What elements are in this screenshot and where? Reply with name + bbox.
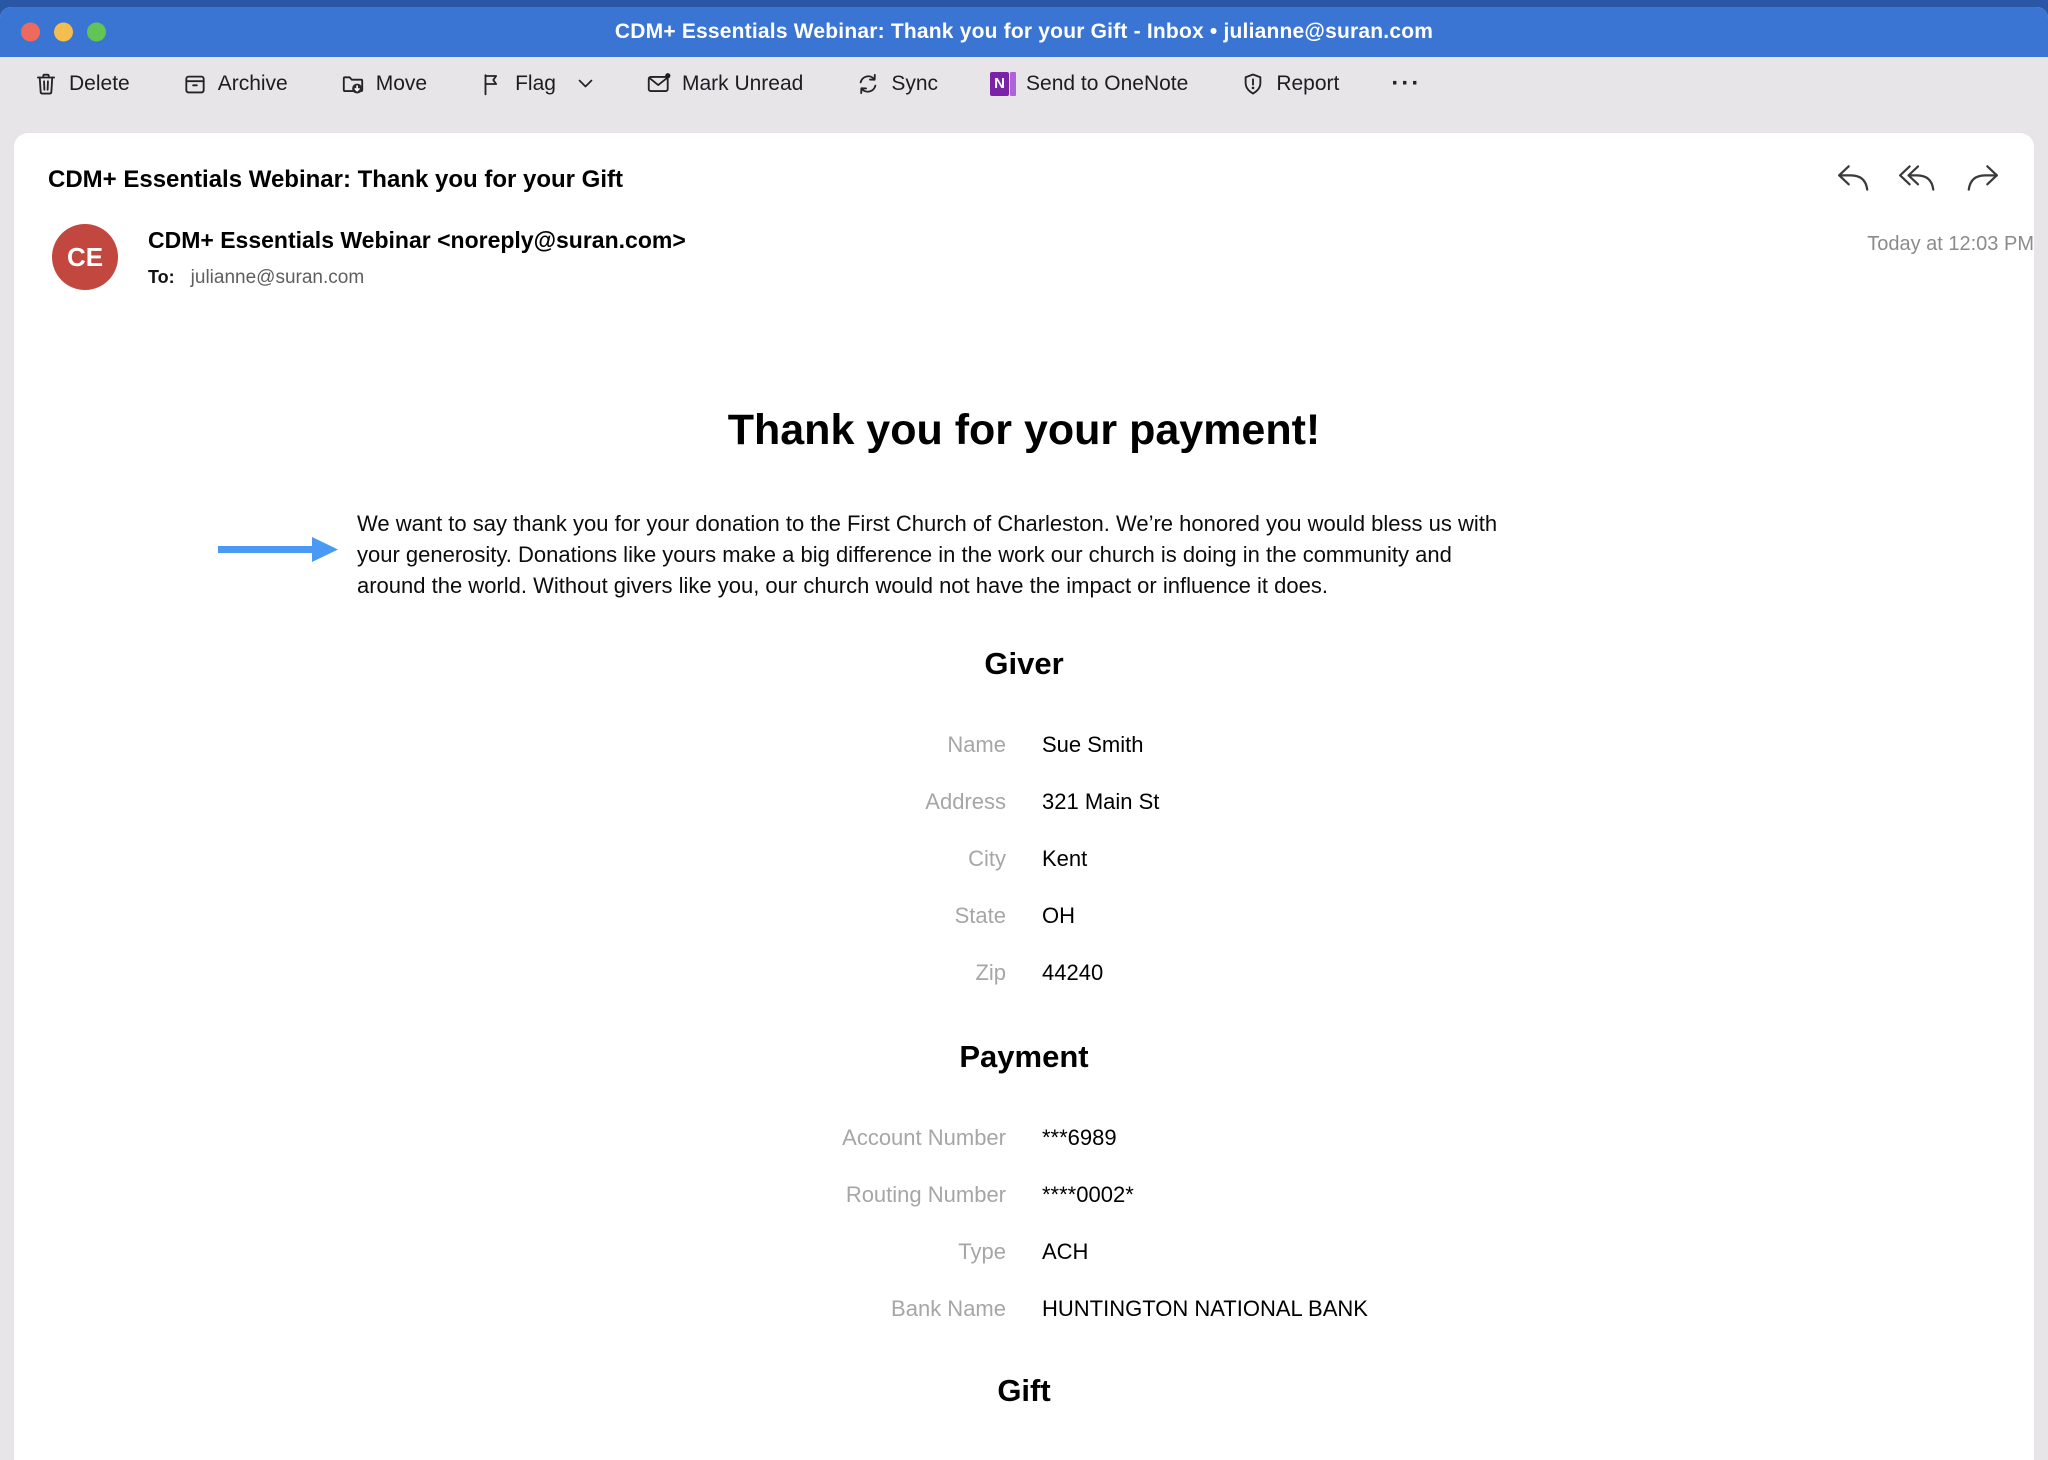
field-label: Name — [48, 732, 1006, 758]
field-value: ACH — [1042, 1239, 2000, 1265]
move-button[interactable]: Move — [340, 71, 427, 97]
delete-button-label: Delete — [69, 72, 130, 96]
field-value: Kent — [1042, 846, 2000, 872]
payment-section-title: Payment — [48, 1039, 2000, 1075]
minimize-window-button[interactable] — [54, 23, 73, 42]
reply-icon — [1836, 181, 1872, 196]
mark-unread-button-label: Mark Unread — [682, 72, 803, 96]
mail-app-window: CDM+ Essentials Webinar: Thank you for y… — [0, 7, 2048, 1460]
field-label: City — [48, 846, 1006, 872]
field-row: Type ACH — [48, 1223, 2000, 1280]
move-folder-icon — [340, 71, 366, 97]
payment-fields: Account Number ***6989 Routing Number **… — [48, 1109, 2000, 1337]
archive-button-label: Archive — [218, 72, 288, 96]
field-row: Routing Number ****0002* — [48, 1166, 2000, 1223]
window-title: CDM+ Essentials Webinar: Thank you for y… — [615, 20, 1433, 44]
field-value: OH — [1042, 903, 2000, 929]
move-button-label: Move — [376, 72, 427, 96]
field-value: ****0002* — [1042, 1182, 2000, 1208]
sender-name[interactable]: CDM+ Essentials Webinar <noreply@suran.c… — [148, 227, 686, 254]
forward-button[interactable] — [1964, 163, 2000, 196]
field-label: State — [48, 903, 1006, 929]
flag-button-label: Flag — [515, 72, 556, 96]
intro-paragraph-block: We want to say thank you for your donati… — [48, 508, 2000, 601]
field-row: State OH — [48, 887, 2000, 944]
field-label: Routing Number — [48, 1182, 1006, 1208]
field-row: Zip 44240 — [48, 944, 2000, 1001]
field-label: Bank Name — [48, 1296, 1006, 1322]
more-actions-button[interactable]: ··· — [1391, 70, 1421, 98]
report-shield-icon — [1240, 71, 1266, 97]
to-label: To: — [148, 267, 175, 288]
field-label: Account Number — [48, 1125, 1006, 1151]
chevron-down-icon[interactable] — [578, 79, 593, 88]
field-label: Zip — [48, 960, 1006, 986]
archive-box-icon — [182, 71, 208, 97]
sync-button-label: Sync — [891, 72, 938, 96]
title-bar: CDM+ Essentials Webinar: Thank you for y… — [0, 7, 2048, 57]
email-headline: Thank you for your payment! — [48, 406, 2000, 455]
sender-block: CE CDM+ Essentials Webinar <noreply@sura… — [52, 224, 2000, 290]
send-to-onenote-button[interactable]: N Send to OneNote — [990, 72, 1188, 96]
field-value: 321 Main St — [1042, 789, 2000, 815]
report-button[interactable]: Report — [1240, 71, 1339, 97]
paragraph-line: around the world. Without givers like yo… — [357, 570, 1689, 601]
flag-icon — [479, 71, 505, 97]
forward-icon — [1964, 181, 2000, 196]
giver-section-title: Giver — [48, 646, 2000, 682]
field-label: Type — [48, 1239, 1006, 1265]
sender-info: CDM+ Essentials Webinar <noreply@suran.c… — [148, 224, 686, 290]
archive-button[interactable]: Archive — [182, 71, 288, 97]
trash-icon — [33, 71, 59, 97]
message-header: CDM+ Essentials Webinar: Thank you for y… — [48, 133, 2000, 196]
mail-toolbar: Delete Archive Move — [0, 57, 2048, 110]
flag-button[interactable]: Flag — [479, 71, 593, 97]
field-value: 44240 — [1042, 960, 2000, 986]
field-label: Address — [48, 789, 1006, 815]
field-value: Sue Smith — [1042, 732, 2000, 758]
field-row: City Kent — [48, 830, 2000, 887]
window-controls — [21, 23, 106, 42]
onenote-icon: N — [990, 72, 1016, 96]
reply-all-button[interactable] — [1898, 163, 1938, 196]
field-row: Address 321 Main St — [48, 773, 2000, 830]
field-row: Account Number ***6989 — [48, 1109, 2000, 1166]
avatar[interactable]: CE — [52, 224, 118, 290]
gift-section-title: Gift — [48, 1373, 2000, 1409]
ellipsis-icon: ··· — [1391, 70, 1421, 98]
message-actions — [1836, 163, 2000, 196]
close-window-button[interactable] — [21, 23, 40, 42]
sync-button[interactable]: Sync — [855, 71, 938, 97]
sync-icon — [855, 71, 881, 97]
intro-paragraph: We want to say thank you for your donati… — [357, 508, 1689, 601]
reading-pane: CDM+ Essentials Webinar: Thank you for y… — [14, 133, 2034, 1460]
paragraph-line: We want to say thank you for your donati… — [357, 508, 1689, 539]
field-value: ***6989 — [1042, 1125, 2000, 1151]
field-row: Bank Name HUNTINGTON NATIONAL BANK — [48, 1280, 2000, 1337]
giver-fields: Name Sue Smith Address 321 Main St City … — [48, 716, 2000, 1001]
zoom-window-button[interactable] — [87, 23, 106, 42]
to-address[interactable]: julianne@suran.com — [191, 267, 365, 289]
field-value: HUNTINGTON NATIONAL BANK — [1042, 1296, 2000, 1322]
delete-button[interactable]: Delete — [33, 71, 130, 97]
recipient-row: To: julianne@suran.com — [148, 267, 686, 289]
unread-envelope-icon — [645, 71, 672, 97]
paragraph-line: your generosity. Donations like yours ma… — [357, 539, 1689, 570]
report-button-label: Report — [1276, 72, 1339, 96]
field-row: Name Sue Smith — [48, 716, 2000, 773]
send-to-onenote-button-label: Send to OneNote — [1026, 72, 1188, 96]
annotation-arrow-icon — [218, 535, 338, 568]
message-subject: CDM+ Essentials Webinar: Thank you for y… — [48, 166, 623, 194]
message-timestamp: Today at 12:03 PM — [1867, 233, 2034, 256]
mark-unread-button[interactable]: Mark Unread — [645, 71, 803, 97]
reply-button[interactable] — [1836, 163, 1872, 196]
reply-all-icon — [1898, 181, 1938, 196]
